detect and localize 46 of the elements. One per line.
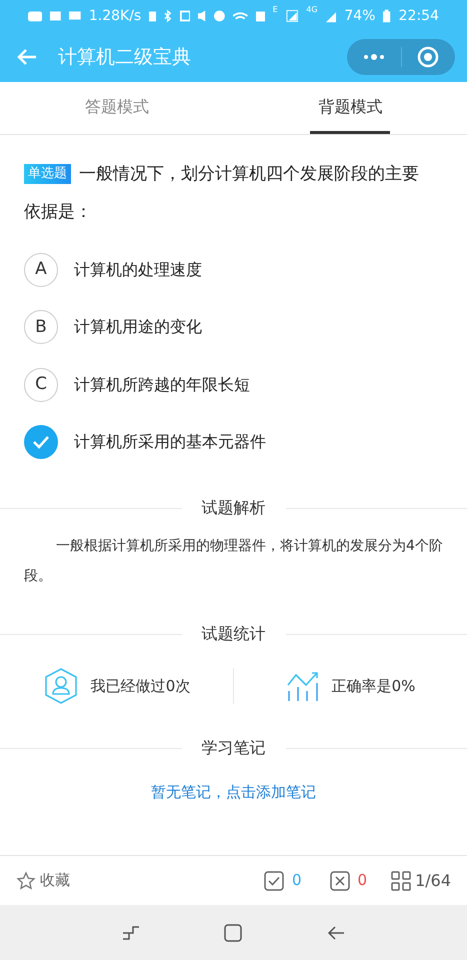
wrong-count: 0 [358, 870, 368, 892]
answer-option[interactable]: 计算机所采用的基本元器件 [24, 414, 443, 471]
grid-icon [391, 870, 412, 890]
question-grid-button[interactable]: 1/64 [391, 868, 451, 892]
user-icon [42, 667, 79, 705]
section-heading: 学习笔记 [200, 737, 266, 759]
mute-icon [198, 10, 206, 22]
option-text: 计算机的处理速度 [74, 258, 202, 281]
attempt-count: 我已经做过0次 [90, 676, 190, 697]
network-type: E [272, 4, 278, 16]
clock: 22:54 [398, 6, 439, 26]
chart-icon [286, 669, 320, 703]
option-letter: C [24, 368, 58, 402]
star-icon [16, 870, 36, 890]
bluetooth-icon [164, 10, 172, 22]
add-note-link[interactable]: 暂无笔记，点击添加笔记 [151, 781, 316, 804]
option-letter: A [24, 252, 58, 287]
mode-tab[interactable]: 背题模式 [310, 82, 390, 134]
battery-level: 74% [344, 6, 376, 26]
favorite-button[interactable]: 收藏 [16, 869, 70, 892]
question-type-badge: 单选题 [24, 164, 71, 184]
more-icon[interactable] [362, 53, 385, 61]
close-icon[interactable] [417, 46, 440, 68]
answer-option[interactable]: C 计算机所跨越的年限长短 [24, 356, 443, 414]
answer-option[interactable]: B 计算机用途的变化 [24, 298, 443, 356]
option-text: 计算机所跨越的年限长短 [74, 374, 250, 396]
wifi-icon [233, 12, 248, 20]
answer-option[interactable]: A 计算机的处理速度 [24, 241, 443, 298]
network-speed: 1.28K/s [88, 6, 142, 26]
option-text: 计算机用途的变化 [74, 316, 202, 338]
section-heading: 试题统计 [200, 623, 266, 645]
signal-icon [286, 9, 298, 23]
question-text: 单选题 一般情况下，划分计算机四个发展阶段的主要依据是： [24, 163, 420, 224]
correct-count: 0 [292, 870, 302, 892]
network-type: 4G [306, 4, 318, 16]
accuracy-rate: 正确率是0% [332, 676, 416, 697]
wrong-icon [330, 870, 350, 890]
analysis-text: 一般根据计算机所采用的物理器件，将计算机的发展分为4个阶段。 [23, 537, 444, 586]
battery-icon [383, 9, 391, 23]
option-text: 计算机所采用的基本元器件 [74, 431, 266, 454]
section-heading: 试题解析 [200, 497, 266, 519]
page-title: 计算机二级宝典 [58, 44, 191, 70]
correct-icon [264, 870, 284, 890]
option-letter: B [24, 310, 58, 344]
mode-tab[interactable]: 答题模式 [76, 82, 157, 134]
home-icon[interactable] [223, 922, 244, 942]
